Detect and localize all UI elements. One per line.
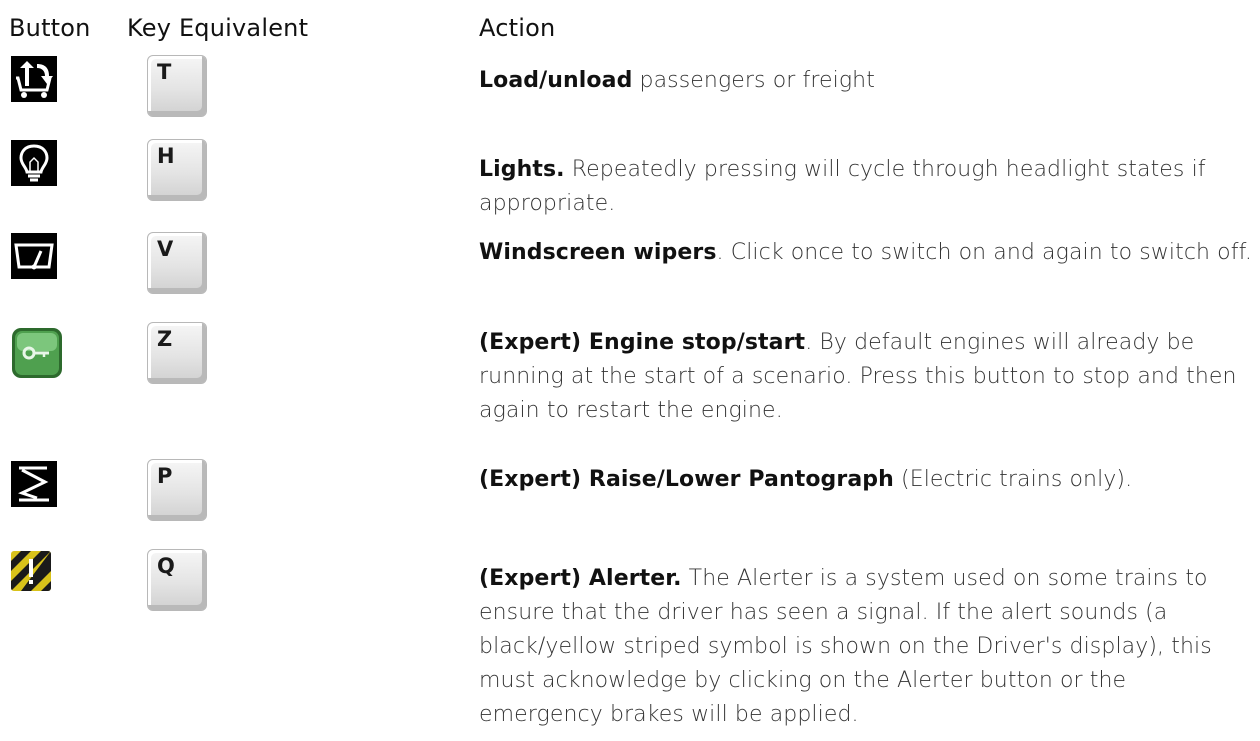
key-letter: Z [157,327,173,351]
pantograph-icon[interactable] [11,461,57,507]
action-description: (Expert) Alerter. The Alerter is a syste… [479,562,1254,732]
key-letter: H [157,144,175,168]
key-v[interactable]: V [147,232,207,294]
key-q[interactable]: Q [147,549,207,611]
action-title: (Expert) Engine stop/start [479,330,806,355]
action-description: Load/unload passengers or freight [479,64,1254,98]
action-text: passengers or freight [632,68,875,93]
alerter-icon[interactable] [11,551,51,591]
key-letter: P [157,464,173,488]
action-description: (Expert) Engine stop/start. By default e… [479,326,1254,428]
action-text: Repeatedly pressing will cycle through h… [479,157,1206,216]
action-description: Windscreen wipers. Click once to switch … [479,236,1254,270]
key-t[interactable]: T [147,55,207,117]
key-letter: T [157,60,172,84]
action-title: Windscreen wipers [479,240,717,265]
key-h[interactable]: H [147,139,207,201]
action-title: (Expert) Raise/Lower Pantograph [479,467,894,492]
action-text: . Click once to switch on and again to s… [716,240,1252,265]
action-title: Load/unload [479,68,633,93]
action-description: (Expert) Raise/Lower Pantograph (Electri… [479,463,1254,497]
action-title: (Expert) Alerter. [479,566,682,591]
engine-key-icon[interactable] [11,327,63,379]
action-text: (Electric trains only). [893,467,1133,492]
action-title: Lights. [479,157,565,182]
header-key-equivalent: Key Equivalent [127,14,309,42]
load-unload-icon[interactable] [11,56,57,102]
wiper-icon[interactable] [11,233,57,279]
key-letter: Q [157,554,175,578]
key-letter: V [157,237,174,261]
key-p[interactable]: P [147,459,207,521]
key-z[interactable]: Z [147,322,207,384]
lightbulb-icon[interactable] [11,140,57,186]
action-description: Lights. Repeatedly pressing will cycle t… [479,153,1254,221]
header-action: Action [479,14,556,42]
header-button: Button [9,14,91,42]
